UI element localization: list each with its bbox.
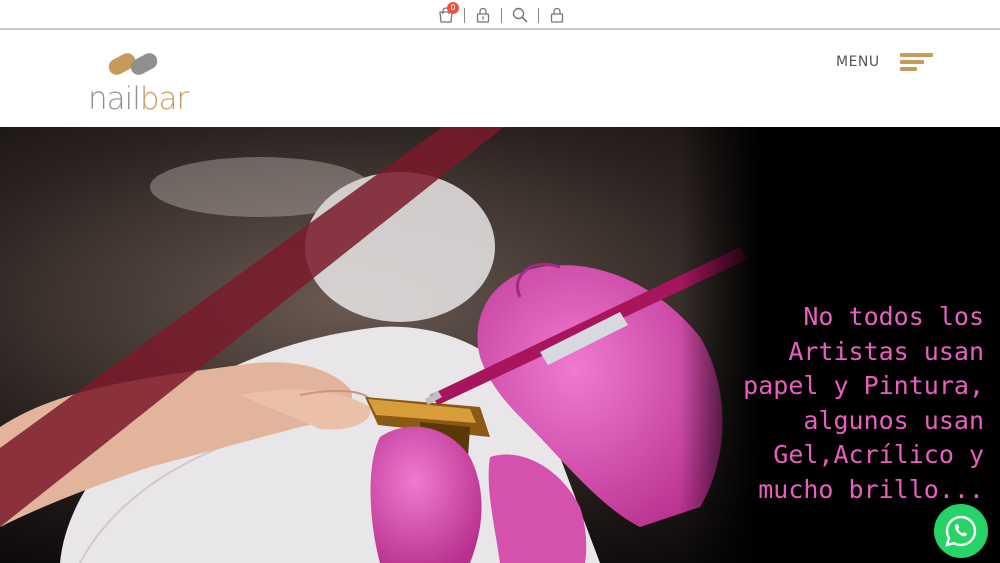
- hamburger-icon: [899, 50, 933, 74]
- menu-label: MENU: [836, 54, 880, 70]
- tagline-line: algunos usan: [803, 405, 984, 435]
- hero-tagline: No todos los Artistas usan papel y Pintu…: [684, 300, 984, 507]
- site-header: nailbar MENU: [0, 30, 1000, 127]
- logo-text: nailbar: [88, 81, 189, 117]
- search-icon[interactable]: [511, 6, 529, 24]
- logo-pills-icon: [108, 53, 158, 75]
- cart-count-badge: 0: [447, 2, 459, 14]
- menu-button[interactable]: MENU: [836, 50, 933, 74]
- utility-icons: 0: [437, 2, 566, 25]
- tagline-line: Artistas usan: [788, 336, 984, 366]
- tagline-line: Gel,Acrílico y: [773, 440, 984, 469]
- divider: [464, 7, 465, 23]
- tagline-line: papel y Pintura,: [743, 371, 984, 400]
- whatsapp-icon: [945, 515, 977, 547]
- nailbar-logo[interactable]: nailbar: [88, 52, 189, 120]
- divider: [538, 7, 539, 23]
- user-lock-icon[interactable]: [548, 6, 566, 24]
- lock-icon[interactable]: [474, 6, 492, 24]
- hero-banner: No todos los Artistas usan papel y Pintu…: [0, 127, 1000, 563]
- logo-text-nail: nail: [88, 81, 141, 117]
- cart-icon[interactable]: 0: [437, 2, 459, 24]
- tagline-line: mucho brillo...: [758, 474, 984, 504]
- tagline-line: No todos los: [803, 302, 984, 331]
- logo-text-bar: bar: [139, 81, 189, 117]
- divider: [501, 7, 502, 23]
- top-utility-bar: 0: [0, 0, 1000, 30]
- whatsapp-button[interactable]: [934, 504, 988, 558]
